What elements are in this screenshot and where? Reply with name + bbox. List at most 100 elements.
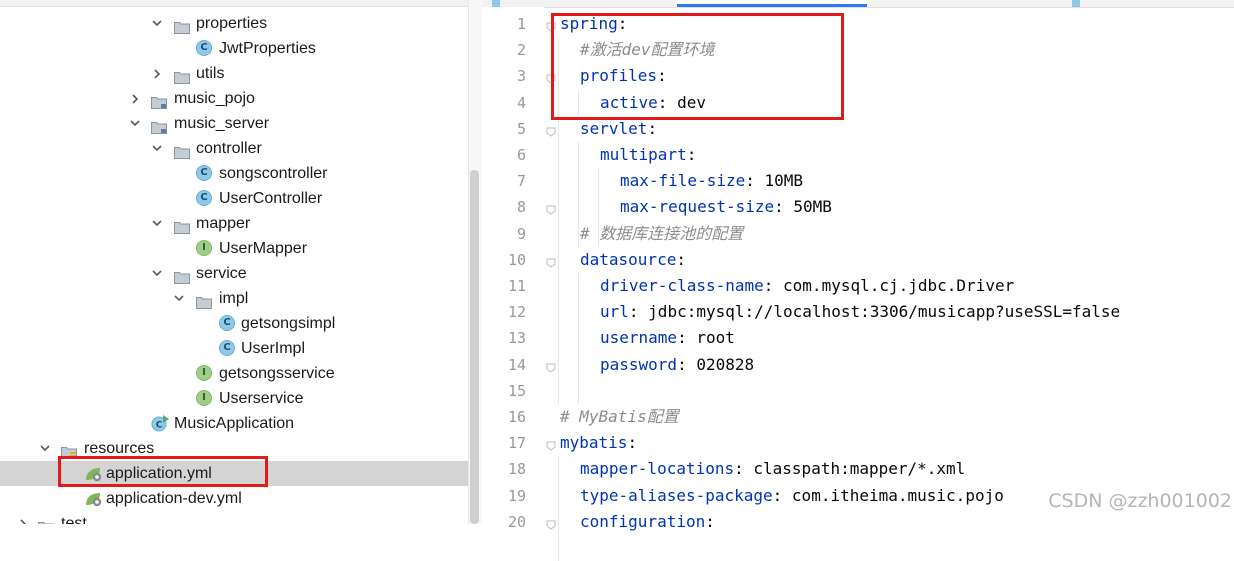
yaml-key: type-aliases-package [580, 486, 773, 505]
yaml-separator: : [677, 328, 697, 347]
editor-tab-strip[interactable] [482, 0, 1234, 8]
tree-item-label: songscontroller [219, 165, 328, 182]
yaml-value: jdbc:mysql://localhost:3306/musicapp?use… [648, 302, 1121, 321]
indent-guide [578, 142, 579, 247]
line-number: 3 [516, 67, 526, 85]
line-number: 5 [516, 120, 526, 138]
code-line[interactable]: max-file-size: 10MB [620, 168, 803, 194]
tree-item[interactable]: C UserImpl [0, 336, 468, 361]
yaml-comment: # MyBatis配置 [560, 407, 679, 426]
class-icon: C [219, 315, 235, 331]
yaml-value: 020828 [696, 355, 755, 374]
tree-item[interactable]: test [0, 511, 468, 524]
line-number: 19 [507, 487, 526, 505]
yaml-key: max-file-size [620, 171, 746, 190]
code-line[interactable]: driver-class-name: com.mysql.cj.jdbc.Dri… [600, 273, 1014, 299]
tree-item-label: UserImpl [241, 340, 306, 357]
line-number: 11 [507, 277, 526, 295]
annotation-box-application-yml [58, 456, 268, 487]
chevron-down-icon[interactable] [150, 11, 164, 36]
fold-marker-icon[interactable] [546, 438, 556, 451]
tree-item[interactable]: service [0, 261, 468, 286]
yaml-separator: : [686, 145, 697, 164]
tree-item[interactable]: controller [0, 136, 468, 161]
tab-active[interactable] [677, 0, 867, 7]
chevron-down-icon[interactable] [150, 261, 164, 286]
tree-item[interactable]: C MusicApplication [0, 411, 468, 436]
yaml-value: classpath:mapper/*.xml [753, 459, 966, 478]
fold-marker-icon[interactable] [546, 202, 556, 215]
class-icon: C [196, 40, 212, 56]
code-line[interactable]: type-aliases-package: com.itheima.music.… [580, 483, 1004, 509]
chevron-right-icon[interactable] [150, 61, 164, 86]
tree-item[interactable]: C UserController [0, 186, 468, 211]
code-line[interactable]: configuration: [580, 509, 715, 535]
yaml-separator: : [705, 512, 715, 531]
yaml-separator: : [734, 459, 754, 478]
tree-toolbar [0, 0, 468, 7]
interface-icon: I [196, 390, 212, 406]
code-line[interactable]: # 数据库连接池的配置 [580, 221, 743, 247]
folder-icon [174, 67, 190, 84]
code-line[interactable]: multipart: [600, 142, 696, 168]
code-line[interactable]: datasource: [580, 247, 686, 273]
chevron-right-icon[interactable] [128, 86, 142, 111]
yaml-comment: # 数据库连接池的配置 [580, 224, 744, 243]
code-line[interactable]: username: root [600, 325, 735, 351]
fold-marker-icon[interactable] [546, 517, 556, 530]
code-line[interactable]: # MyBatis配置 [560, 404, 679, 430]
chevron-down-icon[interactable] [38, 436, 52, 461]
yaml-key: multipart [600, 145, 687, 164]
tree-item-label: service [196, 265, 247, 282]
fold-marker-icon[interactable] [546, 360, 556, 373]
interface-icon: I [196, 365, 212, 381]
code-line[interactable]: mybatis: [560, 430, 637, 456]
yaml-key: servlet [580, 119, 648, 138]
tab-icon [1072, 0, 1080, 7]
line-number: 16 [507, 408, 526, 426]
tree-item[interactable]: I UserMapper [0, 236, 468, 261]
indent-guide [598, 168, 599, 247]
tree-item[interactable]: mapper [0, 211, 468, 236]
tree-item[interactable]: Cgetsongsimpl [0, 311, 468, 336]
yaml-separator: : [627, 433, 638, 452]
line-number: 2 [516, 41, 526, 59]
yaml-separator: : [763, 276, 784, 295]
chevron-right-icon[interactable] [16, 511, 30, 524]
line-number: 7 [516, 172, 526, 190]
tree-item[interactable]: Csongscontroller [0, 161, 468, 186]
code-line[interactable]: max-request-size: 50MB [620, 194, 832, 220]
tree-item[interactable]: music_pojo [0, 86, 468, 111]
tree-item[interactable]: properties [0, 11, 468, 36]
code-line[interactable]: mapper-locations: classpath:mapper/*.xml [580, 456, 965, 482]
yaml-separator: : [677, 355, 697, 374]
chevron-down-icon[interactable] [172, 286, 186, 311]
chevron-down-icon[interactable] [128, 111, 142, 136]
class-icon: C [196, 165, 212, 181]
code-line[interactable]: password: 020828 [600, 352, 754, 378]
class-icon: C [196, 190, 212, 206]
tree-scrollbar-thumb[interactable] [470, 170, 479, 524]
line-number: 20 [507, 513, 526, 531]
tree-item[interactable]: C JwtProperties [0, 36, 468, 61]
chevron-down-icon[interactable] [150, 136, 164, 161]
line-number: 18 [507, 460, 526, 478]
folder-icon [38, 517, 54, 524]
line-number: 10 [507, 251, 526, 269]
tree-item[interactable]: Igetsongsservice [0, 361, 468, 386]
tree-item[interactable]: music_server [0, 111, 468, 136]
yaml-separator: : [774, 197, 794, 216]
code-line[interactable]: url: jdbc:mysql://localhost:3306/musicap… [600, 299, 1120, 325]
tree-item[interactable]: I Userservice [0, 386, 468, 411]
line-number: 8 [516, 198, 526, 216]
chevron-down-icon[interactable] [150, 211, 164, 236]
yaml-value: root [696, 328, 735, 347]
tree-item[interactable]: impl [0, 286, 468, 311]
yaml-value: com.mysql.cj.jdbc.Driver [783, 276, 1015, 295]
fold-marker-icon[interactable] [546, 255, 556, 268]
fold-marker-icon[interactable] [546, 124, 556, 137]
tree-item[interactable]: utils [0, 61, 468, 86]
yaml-value: com.itheima.music.pojo [791, 486, 1004, 505]
tree-item[interactable]: application-dev.yml [0, 486, 468, 511]
yaml-value: 10MB [764, 171, 804, 190]
